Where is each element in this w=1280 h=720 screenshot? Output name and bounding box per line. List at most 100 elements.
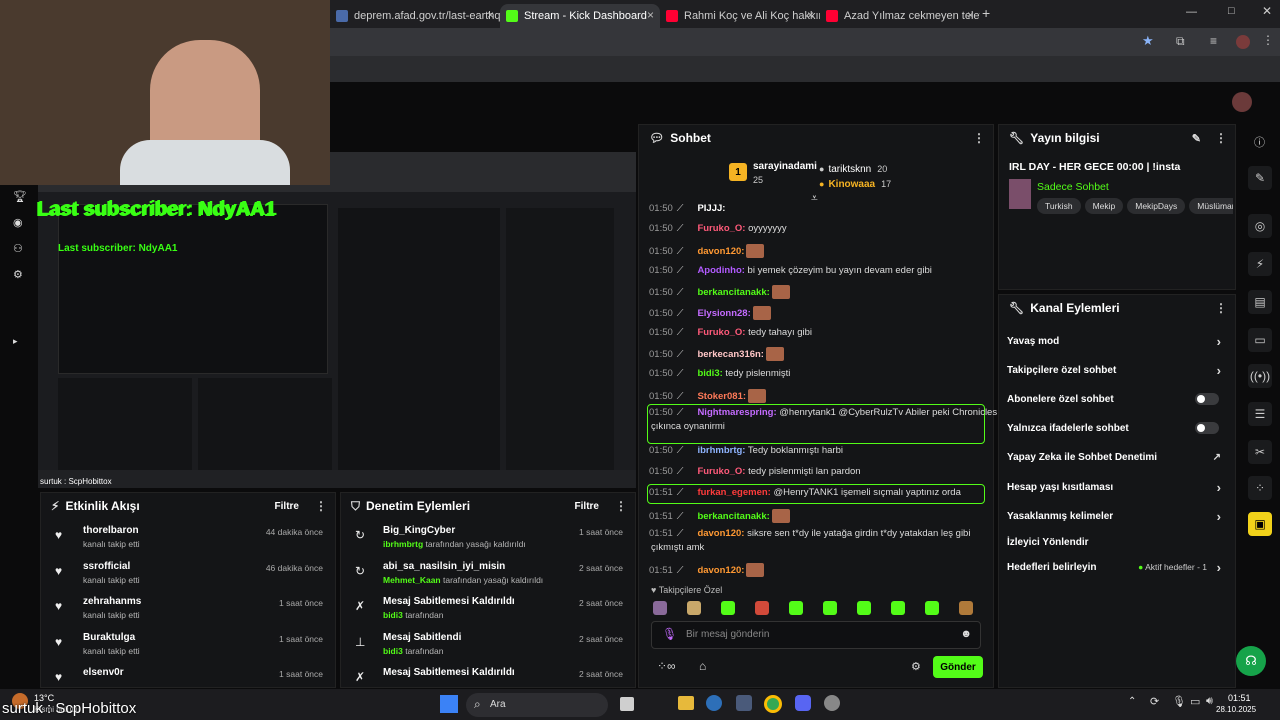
stream-tag[interactable]: MekipDays	[1127, 198, 1186, 214]
browser-tab[interactable]: Rahmi Koç ve Ali Koç hakkında×	[660, 4, 820, 28]
moderator-name[interactable]: bidi3	[383, 646, 403, 656]
chat-username[interactable]: davon120:	[697, 528, 744, 539]
browser-tab[interactable]: Stream - Kick Dashboard ×	[500, 4, 660, 28]
close-tab-icon[interactable]: ×	[807, 8, 814, 22]
chat-settings-icon[interactable]: ⚙	[911, 660, 921, 673]
vpn-icon[interactable]	[706, 695, 722, 711]
chat-username[interactable]: berkancitanakk:	[697, 287, 769, 298]
emote-picker-item[interactable]	[823, 601, 837, 615]
clipboard-icon[interactable]: ▤	[1248, 290, 1272, 314]
browser-tab[interactable]: Azad Yılmaz cekmeyen telefon ×	[820, 4, 980, 28]
moderation-target[interactable]: Mesaj Sabitlendi	[383, 632, 461, 643]
stream-info-menu-icon[interactable]: ⋮	[1215, 131, 1227, 145]
extensions-icon[interactable]: ⧉	[1176, 34, 1185, 49]
chat-bubble-icon[interactable]: ▭	[1248, 328, 1272, 352]
chat-username[interactable]: Elysionn28:	[697, 308, 750, 319]
moderation-target[interactable]: Mesaj Sabitlemesi Kaldırıldı	[383, 596, 515, 607]
volume-icon[interactable]: 🔊︎	[1206, 695, 1213, 708]
maximize-button[interactable]: □	[1228, 5, 1235, 17]
store-icon[interactable]: ⌂	[699, 659, 706, 673]
drops-icon[interactable]: ⁘	[1248, 476, 1272, 500]
chat-username[interactable]: furkan_egemen:	[697, 487, 770, 498]
bookmark-star-icon[interactable]: ★	[1142, 33, 1154, 49]
moderation-target[interactable]: abi_sa_nasilsin_iyi_misin	[383, 561, 505, 572]
trophy-icon[interactable]: 🏆︎	[13, 190, 27, 203]
chat-username[interactable]: davon120:	[697, 246, 744, 257]
channel-action-row[interactable]: Yalnızca ifadelerle sohbet	[1007, 414, 1225, 442]
emote-picker-item[interactable]	[687, 601, 701, 615]
chat-username[interactable]: Nightmarespring:	[697, 407, 776, 418]
chrome-icon[interactable]	[764, 695, 782, 713]
storage-icon[interactable]: ☰	[1248, 402, 1272, 426]
activity-username[interactable]: ssrofficial	[83, 561, 130, 572]
task-view-icon[interactable]	[620, 697, 634, 711]
activity-username[interactable]: elsenv0r	[83, 667, 124, 678]
channel-actions-menu-icon[interactable]: ⋮	[1215, 301, 1227, 315]
edit-layout-icon[interactable]: ✎	[1248, 166, 1272, 190]
new-tab-button[interactable]: +	[982, 5, 990, 21]
activity-username[interactable]: Buraktulga	[83, 632, 135, 643]
emote-picker-item[interactable]	[925, 601, 939, 615]
chat-username[interactable]: davon120:	[697, 565, 744, 576]
steam-icon[interactable]	[736, 695, 752, 711]
profile-avatar[interactable]	[1236, 35, 1250, 49]
activity-menu-icon[interactable]: ⋮	[315, 499, 327, 513]
browser-tab[interactable]: deprem.afad.gov.tr/last-earthq ×	[330, 4, 500, 28]
expand-icon[interactable]: ▸	[13, 336, 18, 347]
emote-picker-item[interactable]	[857, 601, 871, 615]
moderation-target[interactable]: Big_KingCyber	[383, 525, 455, 536]
channel-action-row[interactable]: İzleyici Yönlendir	[1007, 528, 1225, 556]
discord-icon[interactable]	[795, 695, 811, 711]
chat-username[interactable]: berkancitanakk:	[697, 511, 769, 522]
moderator-name[interactable]: ibrhmbrtg	[383, 539, 423, 549]
chat-username[interactable]: bidi3:	[697, 368, 722, 379]
chat-username[interactable]: Apodinho:	[697, 265, 744, 276]
gift-icon[interactable]: ▣	[1248, 512, 1272, 536]
chat-username[interactable]: Furuko_O:	[697, 223, 745, 234]
top-gifter-3[interactable]: ● Kinowaaa 17	[819, 174, 891, 192]
moderation-filter-button[interactable]: Filtre	[575, 501, 599, 512]
browser-menu-icon[interactable]: ⋮	[1262, 33, 1274, 47]
windows-start-icon[interactable]	[440, 695, 458, 713]
stream-tag[interactable]: Turkish	[1037, 198, 1081, 214]
mic-icon[interactable]: 🎙︎	[1172, 695, 1186, 708]
settings-icon[interactable]: ⚙	[13, 268, 23, 281]
edit-icon[interactable]: ✎	[1192, 132, 1201, 145]
activity-filter-button[interactable]: Filtre	[275, 501, 299, 512]
sync-icon[interactable]: ⟳	[1150, 695, 1159, 708]
chat-username[interactable]: PIJJJ:	[697, 203, 725, 214]
chat-username[interactable]: Furuko_O:	[697, 327, 745, 338]
close-tab-icon[interactable]: ×	[487, 8, 494, 22]
users-icon[interactable]: ⚇	[13, 242, 23, 255]
close-tab-icon[interactable]: ×	[647, 8, 654, 22]
tab-search-icon[interactable]: ≡	[1210, 34, 1217, 48]
collapse-icon[interactable]: ⩡	[811, 191, 818, 206]
toggle-switch[interactable]	[1195, 393, 1219, 405]
channel-action-row[interactable]: Abonelere özel sohbet	[1007, 385, 1225, 413]
support-button[interactable]: ☊	[1236, 646, 1266, 676]
close-window-button[interactable]: ✕	[1262, 4, 1272, 18]
emote-picker-item[interactable]	[789, 601, 803, 615]
emoji-icon[interactable]: ☻	[960, 628, 972, 640]
category-name[interactable]: Sadece Sohbet	[1037, 181, 1109, 193]
file-explorer-icon[interactable]	[678, 696, 694, 710]
channel-action-row[interactable]: Takipçilere özel sohbet ›	[1007, 356, 1225, 384]
close-tab-icon[interactable]: ×	[967, 8, 974, 22]
send-button[interactable]: Gönder	[933, 656, 983, 678]
network-icon[interactable]: ▭	[1190, 695, 1200, 708]
channel-action-row[interactable]: Yasaklanmış kelimeler ›	[1007, 502, 1225, 530]
chat-menu-icon[interactable]: ⋮	[973, 131, 985, 145]
moderation-target[interactable]: Mesaj Sabitlemesi Kaldırıldı	[383, 667, 515, 678]
chat-username[interactable]: Stoker081:	[697, 391, 746, 402]
minimize-button[interactable]: —	[1186, 6, 1197, 18]
chat-username[interactable]: berkecan316n:	[697, 349, 764, 360]
obs-icon[interactable]	[824, 695, 840, 711]
activity-username[interactable]: zehrahanms	[83, 596, 141, 607]
channel-action-row[interactable]: Hesap yaşı kısıtlaması ›	[1007, 473, 1225, 501]
moderator-name[interactable]: bidi3	[383, 610, 403, 620]
tools-icon[interactable]: ✂	[1248, 440, 1272, 464]
microphone-icon[interactable]: 🎙︎	[662, 627, 677, 641]
emote-picker-item[interactable]	[891, 601, 905, 615]
taskbar-search[interactable]: ⌕ Ara	[466, 693, 608, 717]
camera-icon[interactable]: ◎	[1248, 214, 1272, 238]
